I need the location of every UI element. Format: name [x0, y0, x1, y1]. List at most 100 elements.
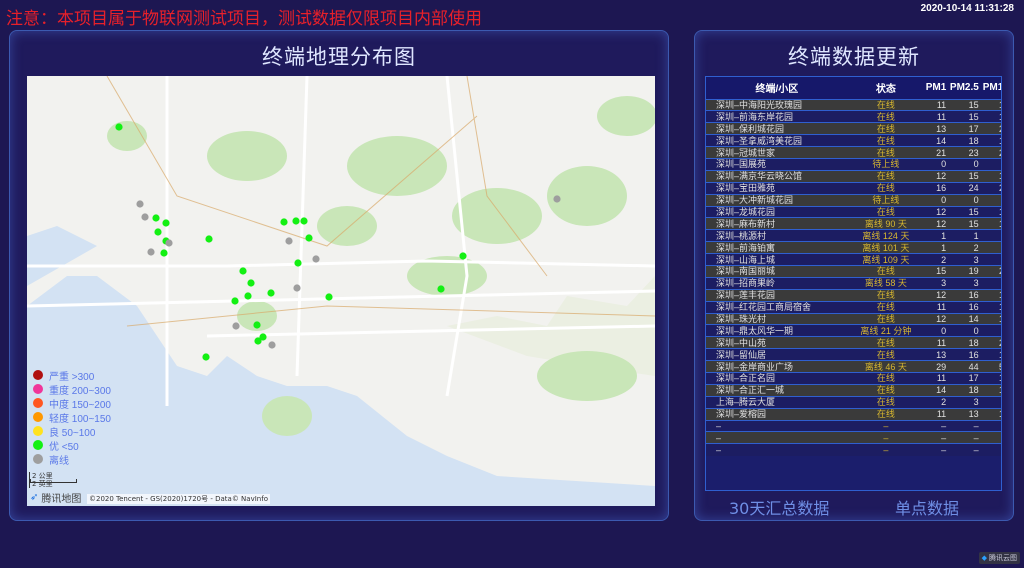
- terminal-marker-offline[interactable]: [141, 213, 149, 221]
- cell-pm1: 12: [923, 312, 949, 325]
- table-row[interactable]: 深圳–冠城世家在线212327: [706, 146, 1001, 159]
- terminal-marker-offline[interactable]: [268, 341, 276, 349]
- terminal-marker-offline[interactable]: [285, 237, 293, 245]
- cell-pm10: 5: [980, 253, 1001, 266]
- table-row[interactable]: 深圳–中海阳光玫瑰园在线111518: [706, 98, 1001, 111]
- table-row[interactable]: 深圳–山海上城离线 109 天235: [706, 253, 1001, 266]
- terminal-marker-good[interactable]: [437, 285, 445, 293]
- cell-terminal: 深圳–鼎太风华一期: [706, 324, 848, 337]
- table-row[interactable]: –––––: [706, 419, 1001, 432]
- cell-terminal: –: [706, 419, 848, 432]
- table-row[interactable]: 上海–腾云大厦在线233: [706, 395, 1001, 409]
- table-row[interactable]: 深圳–留仙居在线131617: [706, 348, 1001, 361]
- terminal-marker-good[interactable]: [154, 228, 162, 236]
- terminal-marker-good[interactable]: [115, 123, 123, 131]
- table-row[interactable]: 深圳–中山苑在线111822: [706, 336, 1001, 349]
- terminal-marker-offline[interactable]: [136, 200, 144, 208]
- table-row[interactable]: 深圳–龙城花园在线121516: [706, 205, 1001, 218]
- terminal-marker-offline[interactable]: [293, 284, 301, 292]
- terminal-marker-good[interactable]: [294, 259, 302, 267]
- terminal-marker-offline[interactable]: [553, 195, 561, 203]
- cell-pm25: 18: [948, 336, 981, 349]
- terminal-marker-good[interactable]: [267, 289, 275, 297]
- table-row[interactable]: 深圳–红花园工商局宿舍在线111619: [706, 300, 1001, 314]
- terminal-marker-offline[interactable]: [147, 248, 155, 256]
- table-row[interactable]: 深圳–国展苑待上线000: [706, 157, 1001, 171]
- cell-pm25: 17: [948, 122, 981, 135]
- terminal-marker-good[interactable]: [247, 279, 255, 287]
- terminal-marker-good[interactable]: [152, 214, 160, 222]
- table-row[interactable]: 深圳–保利城花园在线131723: [706, 122, 1001, 135]
- terminal-marker-good[interactable]: [305, 234, 313, 242]
- cell-pm1: 1: [923, 229, 949, 242]
- table-row[interactable]: 深圳–前海东岸花园在线111518: [706, 110, 1001, 123]
- terminal-marker-good[interactable]: [231, 297, 239, 305]
- table-row[interactable]: 深圳–招商果岭离线 58 天334: [706, 276, 1001, 290]
- cell-pm1: 15: [923, 264, 949, 278]
- cell-pm25: 16: [948, 288, 981, 302]
- terminal-marker-good[interactable]: [202, 353, 210, 361]
- table-row[interactable]: 深圳–麻布新村离线 90 天121516: [706, 217, 1001, 230]
- cell-pm10: –: [980, 431, 1001, 444]
- table-row[interactable]: 深圳–金岸商业广场离线 46 天294455: [706, 360, 1001, 373]
- cell-pm10: 27: [980, 146, 1001, 159]
- terminal-marker-good[interactable]: [325, 293, 333, 301]
- legend-item: 中度 150~200: [33, 396, 111, 411]
- table-row[interactable]: 深圳–合正汇一城在线141818: [706, 383, 1001, 397]
- cell-terminal: 深圳–金岸商业广场: [706, 360, 848, 373]
- terminal-marker-good[interactable]: [160, 249, 168, 257]
- table-row[interactable]: –––––: [706, 443, 1001, 456]
- table-row[interactable]: 深圳–前海铂寓离线 101 天123: [706, 241, 1001, 254]
- terminal-marker-good[interactable]: [459, 252, 467, 260]
- cell-terminal: 深圳–莲丰花园: [706, 288, 848, 302]
- cell-pm25: 13: [948, 407, 981, 421]
- cell-pm1: 2: [923, 395, 949, 409]
- map-legend: 严重 >300 重度 200~300 中度 150~200 轻度 100~150…: [33, 368, 111, 467]
- terminal-marker-good[interactable]: [253, 321, 261, 329]
- cell-pm1: 11: [923, 300, 949, 314]
- legend-label: 严重 >300: [49, 371, 95, 383]
- map-panel: 终端地理分布图 严重 >300 重度 200~300 中度 150~200 轻度…: [9, 30, 669, 521]
- terminal-table[interactable]: 终端/小区 状态 PM1 PM2.5 PM10 深圳–中海阳光玫瑰园在线1115…: [705, 76, 1002, 491]
- cell-pm10: 1: [980, 229, 1001, 242]
- single-point-button[interactable]: 单点数据: [895, 495, 959, 519]
- terminal-map[interactable]: 严重 >300 重度 200~300 中度 150~200 轻度 100~150…: [27, 76, 655, 506]
- cell-status: 在线: [847, 288, 924, 302]
- terminal-marker-good[interactable]: [162, 219, 170, 227]
- table-row[interactable]: 深圳–宝田雅苑在线162425: [706, 181, 1001, 195]
- table-row[interactable]: 深圳–爱榕园在线111313: [706, 407, 1001, 421]
- table-row[interactable]: 深圳–南国丽城在线151929: [706, 264, 1001, 278]
- terminal-marker-offline[interactable]: [232, 322, 240, 330]
- table-row[interactable]: 深圳–桃源村离线 124 天111: [706, 229, 1001, 242]
- table-row[interactable]: 深圳–莲丰花园在线121617: [706, 288, 1001, 302]
- cell-pm1: 12: [923, 288, 949, 302]
- terminal-marker-good[interactable]: [244, 292, 252, 300]
- cell-pm1: 12: [923, 169, 949, 183]
- cell-pm25: 0: [948, 157, 981, 171]
- legend-dot-icon: [33, 412, 43, 422]
- table-row[interactable]: 深圳–满京华云晓公馆在线121519: [706, 169, 1001, 183]
- terminal-marker-good[interactable]: [292, 217, 300, 225]
- cell-pm10: 29: [980, 264, 1001, 278]
- table-row[interactable]: 深圳–合正名园在线111717: [706, 371, 1001, 385]
- cell-terminal: 深圳–大冲新城花园: [706, 193, 848, 207]
- terminal-marker-good[interactable]: [239, 267, 247, 275]
- map-canvas[interactable]: [27, 76, 655, 506]
- summary-30d-button[interactable]: 30天汇总数据: [729, 495, 829, 519]
- terminal-marker-good[interactable]: [205, 235, 213, 243]
- table-row[interactable]: 深圳–圣拿威湾美花园在线141818: [706, 134, 1001, 147]
- terminal-marker-offline[interactable]: [165, 239, 173, 247]
- table-row[interactable]: 深圳–鼎太风华一期离线 21 分钟000: [706, 324, 1001, 337]
- cell-terminal: 深圳–招商果岭: [706, 276, 848, 290]
- cell-pm1: 13: [923, 122, 949, 135]
- table-row[interactable]: 深圳–珠光村在线121414: [706, 312, 1001, 325]
- table-row[interactable]: 深圳–大冲新城花园待上线000: [706, 193, 1001, 207]
- table-row[interactable]: –––––: [706, 431, 1001, 444]
- terminal-marker-offline[interactable]: [312, 255, 320, 263]
- terminal-marker-good[interactable]: [300, 217, 308, 225]
- terminal-marker-good[interactable]: [254, 337, 262, 345]
- cell-pm10: 19: [980, 300, 1001, 314]
- cell-pm25: –: [948, 419, 981, 432]
- terminal-marker-good[interactable]: [280, 218, 288, 226]
- cell-pm10: 22: [980, 336, 1001, 349]
